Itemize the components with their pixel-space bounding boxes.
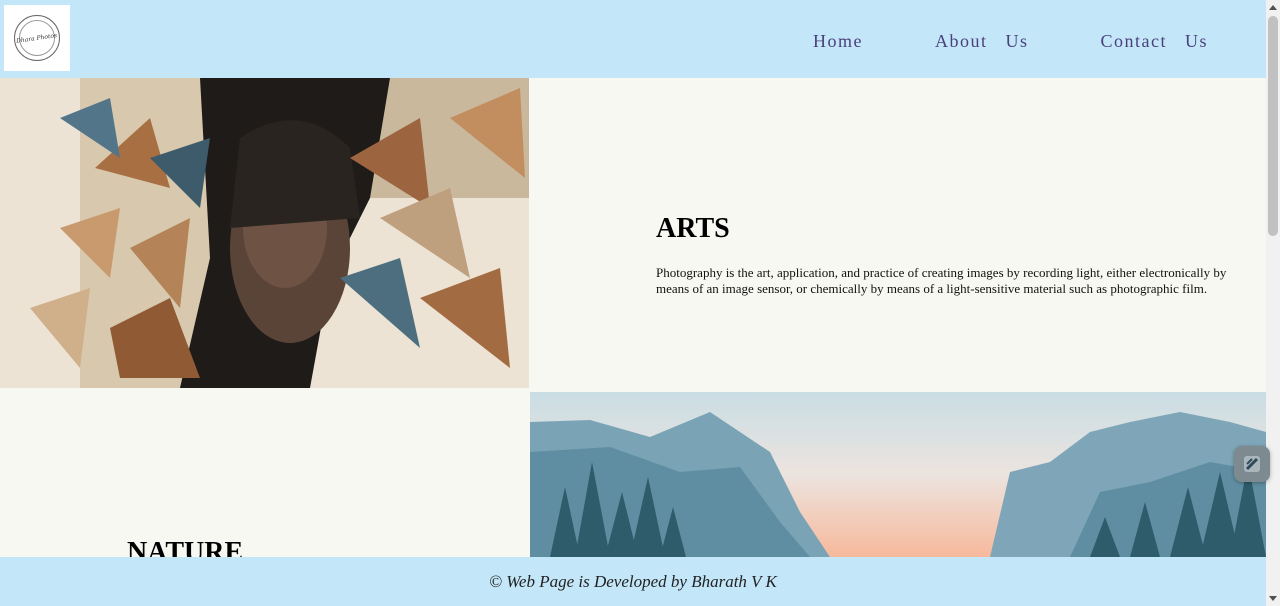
floating-extension-button[interactable] xyxy=(1234,446,1270,482)
scroll-down-arrow-icon[interactable] xyxy=(1269,596,1277,601)
logo-script-text: Dhara Photos xyxy=(16,31,58,45)
footer-credit: © Web Page is Developed by Bharath V K xyxy=(489,571,777,591)
mountain-forest-landscape-image xyxy=(530,392,1266,557)
collage-illustration xyxy=(0,78,529,388)
arts-text-block: ARTS Photography is the art, application… xyxy=(656,213,1256,297)
nav-contact-link[interactable]: Contact Us xyxy=(1101,31,1209,52)
nav-home-link[interactable]: Home xyxy=(813,31,863,52)
main-nav: Home About Us Contact Us xyxy=(813,31,1208,52)
arts-title: ARTS xyxy=(656,213,730,244)
page-scrollbar[interactable] xyxy=(1266,0,1280,606)
photography-logo-icon: Dhara Photos xyxy=(14,15,60,61)
site-logo[interactable]: Dhara Photos xyxy=(4,5,70,71)
site-footer: © Web Page is Developed by Bharath V K xyxy=(0,557,1266,606)
nav-about-link[interactable]: About Us xyxy=(935,31,1029,52)
floating-extension-icon xyxy=(1244,456,1260,472)
landscape-illustration xyxy=(530,392,1266,557)
arts-description: Photography is the art, application, and… xyxy=(656,265,1227,296)
arts-section: ARTS Photography is the art, application… xyxy=(0,78,1266,390)
scroll-thumb[interactable] xyxy=(1268,16,1278,236)
scroll-up-arrow-icon[interactable] xyxy=(1269,5,1277,10)
site-header: Dhara Photos Home About Us Contact Us xyxy=(0,0,1266,78)
nature-section: NATURE xyxy=(0,390,1266,568)
paper-collage-portrait-image xyxy=(0,78,529,388)
